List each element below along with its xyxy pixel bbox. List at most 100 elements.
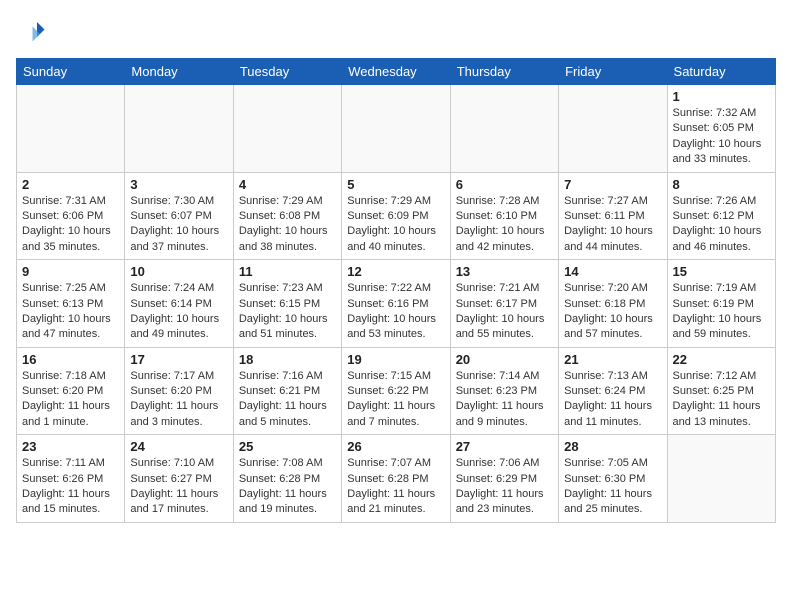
weekday-header-wednesday: Wednesday: [342, 59, 450, 85]
cell-info: Sunrise: 7:15 AM Sunset: 6:22 PM Dayligh…: [347, 369, 444, 431]
calendar-table: SundayMondayTuesdayWednesdayThursdayFrid…: [16, 58, 776, 523]
cell-info: Sunrise: 7:06 AM Sunset: 6:29 PM Dayligh…: [456, 456, 553, 518]
cell-info: Sunrise: 7:22 AM Sunset: 6:16 PM Dayligh…: [347, 281, 444, 343]
day-number: 26: [347, 439, 444, 454]
week-row-1: 1 Sunrise: 7:32 AM Sunset: 6:05 PM Daylig…: [17, 85, 776, 173]
day-number: 28: [564, 439, 661, 454]
day-number: 17: [130, 352, 227, 367]
calendar-cell: 13 Sunrise: 7:21 AM Sunset: 6:17 PM Dayli…: [450, 260, 558, 348]
week-row-5: 23 Sunrise: 7:11 AM Sunset: 6:26 PM Dayli…: [17, 435, 776, 523]
cell-info: Sunrise: 7:29 AM Sunset: 6:08 PM Dayligh…: [239, 194, 336, 256]
calendar-header-row: SundayMondayTuesdayWednesdayThursdayFrid…: [17, 59, 776, 85]
cell-info: Sunrise: 7:17 AM Sunset: 6:20 PM Dayligh…: [130, 369, 227, 431]
day-number: 27: [456, 439, 553, 454]
week-row-4: 16 Sunrise: 7:18 AM Sunset: 6:20 PM Dayli…: [17, 347, 776, 435]
cell-info: Sunrise: 7:05 AM Sunset: 6:30 PM Dayligh…: [564, 456, 661, 518]
weekday-header-sunday: Sunday: [17, 59, 125, 85]
week-row-2: 2Sunrise: 7:31 AM Sunset: 6:06 PM Daylig…: [17, 172, 776, 260]
calendar-cell: 8 Sunrise: 7:26 AM Sunset: 6:12 PM Daylig…: [667, 172, 775, 260]
cell-info: Sunrise: 7:24 AM Sunset: 6:14 PM Dayligh…: [130, 281, 227, 343]
calendar-cell: [667, 435, 775, 523]
cell-info: Sunrise: 7:27 AM Sunset: 6:11 PM Dayligh…: [564, 194, 661, 256]
week-row-3: 9 Sunrise: 7:25 AM Sunset: 6:13 PM Daylig…: [17, 260, 776, 348]
calendar-cell: 20Sunrise: 7:14 AM Sunset: 6:23 PM Dayli…: [450, 347, 558, 435]
day-number: 10: [130, 264, 227, 279]
cell-info: Sunrise: 7:26 AM Sunset: 6:12 PM Dayligh…: [673, 194, 770, 256]
calendar-cell: [233, 85, 341, 173]
calendar-cell: [450, 85, 558, 173]
calendar-cell: [342, 85, 450, 173]
logo-icon: [16, 16, 46, 46]
cell-info: Sunrise: 7:31 AM Sunset: 6:06 PM Dayligh…: [22, 194, 119, 256]
calendar-cell: [559, 85, 667, 173]
day-number: 1: [673, 89, 770, 104]
cell-info: Sunrise: 7:28 AM Sunset: 6:10 PM Dayligh…: [456, 194, 553, 256]
calendar-cell: 24 Sunrise: 7:10 AM Sunset: 6:27 PM Dayli…: [125, 435, 233, 523]
calendar-cell: 26 Sunrise: 7:07 AM Sunset: 6:28 PM Dayli…: [342, 435, 450, 523]
calendar-cell: 11 Sunrise: 7:23 AM Sunset: 6:15 PM Dayli…: [233, 260, 341, 348]
weekday-header-thursday: Thursday: [450, 59, 558, 85]
cell-info: Sunrise: 7:25 AM Sunset: 6:13 PM Dayligh…: [22, 281, 119, 343]
calendar-cell: 5 Sunrise: 7:29 AM Sunset: 6:09 PM Daylig…: [342, 172, 450, 260]
day-number: 9: [22, 264, 119, 279]
cell-info: Sunrise: 7:16 AM Sunset: 6:21 PM Dayligh…: [239, 369, 336, 431]
calendar-cell: 3Sunrise: 7:30 AM Sunset: 6:07 PM Daylig…: [125, 172, 233, 260]
day-number: 6: [456, 177, 553, 192]
calendar-cell: 2Sunrise: 7:31 AM Sunset: 6:06 PM Daylig…: [17, 172, 125, 260]
cell-info: Sunrise: 7:21 AM Sunset: 6:17 PM Dayligh…: [456, 281, 553, 343]
day-number: 23: [22, 439, 119, 454]
day-number: 25: [239, 439, 336, 454]
cell-info: Sunrise: 7:07 AM Sunset: 6:28 PM Dayligh…: [347, 456, 444, 518]
day-number: 12: [347, 264, 444, 279]
calendar-cell: 6 Sunrise: 7:28 AM Sunset: 6:10 PM Daylig…: [450, 172, 558, 260]
calendar-cell: 17 Sunrise: 7:17 AM Sunset: 6:20 PM Dayli…: [125, 347, 233, 435]
weekday-header-tuesday: Tuesday: [233, 59, 341, 85]
cell-info: Sunrise: 7:32 AM Sunset: 6:05 PM Dayligh…: [673, 106, 770, 168]
calendar-cell: 15 Sunrise: 7:19 AM Sunset: 6:19 PM Dayli…: [667, 260, 775, 348]
day-number: 22: [673, 352, 770, 367]
day-number: 8: [673, 177, 770, 192]
calendar-cell: 1 Sunrise: 7:32 AM Sunset: 6:05 PM Daylig…: [667, 85, 775, 173]
calendar-cell: 22 Sunrise: 7:12 AM Sunset: 6:25 PM Dayli…: [667, 347, 775, 435]
calendar-cell: 23 Sunrise: 7:11 AM Sunset: 6:26 PM Dayli…: [17, 435, 125, 523]
weekday-header-friday: Friday: [559, 59, 667, 85]
day-number: 5: [347, 177, 444, 192]
cell-info: Sunrise: 7:13 AM Sunset: 6:24 PM Dayligh…: [564, 369, 661, 431]
cell-info: Sunrise: 7:11 AM Sunset: 6:26 PM Dayligh…: [22, 456, 119, 518]
cell-info: Sunrise: 7:10 AM Sunset: 6:27 PM Dayligh…: [130, 456, 227, 518]
cell-info: Sunrise: 7:08 AM Sunset: 6:28 PM Dayligh…: [239, 456, 336, 518]
day-number: 24: [130, 439, 227, 454]
day-number: 4: [239, 177, 336, 192]
calendar-cell: 12 Sunrise: 7:22 AM Sunset: 6:16 PM Dayli…: [342, 260, 450, 348]
weekday-header-saturday: Saturday: [667, 59, 775, 85]
day-number: 16: [22, 352, 119, 367]
day-number: 13: [456, 264, 553, 279]
day-number: 21: [564, 352, 661, 367]
calendar-cell: 16 Sunrise: 7:18 AM Sunset: 6:20 PM Dayli…: [17, 347, 125, 435]
day-number: 20: [456, 352, 553, 367]
logo: [16, 16, 48, 46]
cell-info: Sunrise: 7:19 AM Sunset: 6:19 PM Dayligh…: [673, 281, 770, 343]
calendar-cell: 28 Sunrise: 7:05 AM Sunset: 6:30 PM Dayli…: [559, 435, 667, 523]
cell-info: Sunrise: 7:12 AM Sunset: 6:25 PM Dayligh…: [673, 369, 770, 431]
calendar-cell: 21 Sunrise: 7:13 AM Sunset: 6:24 PM Dayli…: [559, 347, 667, 435]
cell-info: Sunrise: 7:20 AM Sunset: 6:18 PM Dayligh…: [564, 281, 661, 343]
day-number: 7: [564, 177, 661, 192]
cell-info: Sunrise: 7:18 AM Sunset: 6:20 PM Dayligh…: [22, 369, 119, 431]
calendar-cell: 4 Sunrise: 7:29 AM Sunset: 6:08 PM Daylig…: [233, 172, 341, 260]
cell-info: Sunrise: 7:29 AM Sunset: 6:09 PM Dayligh…: [347, 194, 444, 256]
calendar-cell: 27 Sunrise: 7:06 AM Sunset: 6:29 PM Dayli…: [450, 435, 558, 523]
day-number: 11: [239, 264, 336, 279]
calendar-cell: 9 Sunrise: 7:25 AM Sunset: 6:13 PM Daylig…: [17, 260, 125, 348]
weekday-header-monday: Monday: [125, 59, 233, 85]
day-number: 18: [239, 352, 336, 367]
day-number: 15: [673, 264, 770, 279]
day-number: 19: [347, 352, 444, 367]
cell-info: Sunrise: 7:30 AM Sunset: 6:07 PM Dayligh…: [130, 194, 227, 256]
calendar-cell: [17, 85, 125, 173]
calendar-cell: 19 Sunrise: 7:15 AM Sunset: 6:22 PM Dayli…: [342, 347, 450, 435]
calendar-cell: 7 Sunrise: 7:27 AM Sunset: 6:11 PM Daylig…: [559, 172, 667, 260]
calendar-cell: 18 Sunrise: 7:16 AM Sunset: 6:21 PM Dayli…: [233, 347, 341, 435]
cell-info: Sunrise: 7:23 AM Sunset: 6:15 PM Dayligh…: [239, 281, 336, 343]
calendar-cell: [125, 85, 233, 173]
